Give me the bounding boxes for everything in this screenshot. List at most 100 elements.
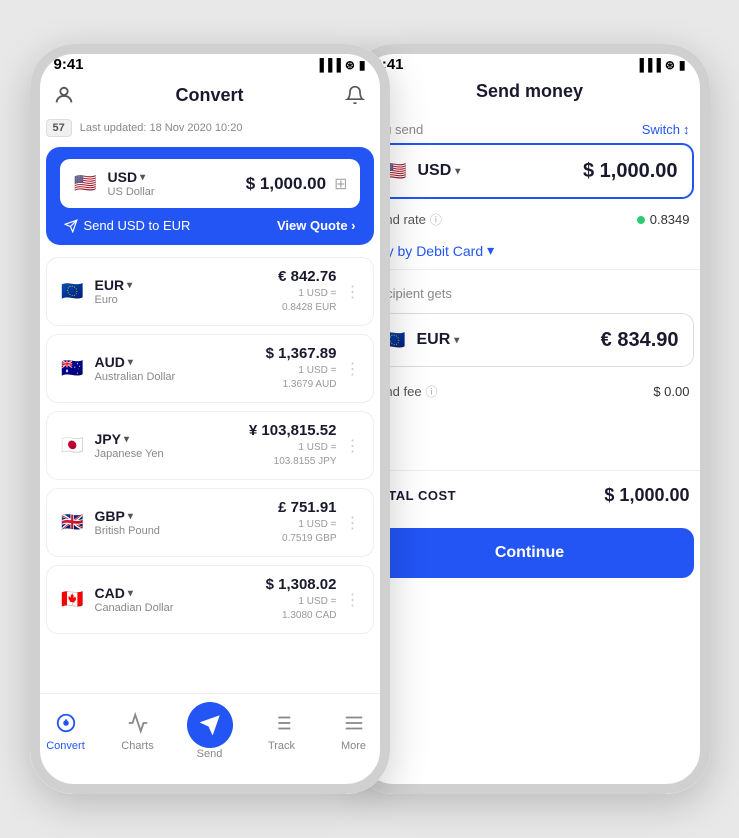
pay-method-row[interactable]: Pay by Debit Card ▾ — [350, 236, 710, 270]
currency-amount: $ 1,308.02 — [266, 576, 337, 593]
currency-list-item[interactable]: 🇦🇺 AUD ▾ Australian Dollar $ 1,367.89 1 … — [46, 334, 374, 403]
left-status-icons: ▐▐▐ ⊛ ▮ — [315, 58, 365, 72]
currency-amount: € 842.76 — [278, 268, 336, 285]
more-options-icon[interactable]: ⋮ — [345, 436, 361, 456]
currency-amount: $ 1,367.89 — [266, 345, 337, 362]
currency-caret-icon: ▾ — [128, 511, 133, 522]
currency-code: AUD ▾ — [95, 354, 176, 370]
currency-list-item[interactable]: 🇪🇺 EUR ▾ Euro € 842.76 1 USD =0.8428 EUR… — [46, 257, 374, 326]
send-nav-icon — [187, 702, 233, 748]
currency-caret-icon: ▾ — [128, 357, 133, 368]
currency-amount: £ 751.91 — [278, 499, 336, 516]
charts-nav-icon — [125, 710, 151, 736]
currency-flag: 🇯🇵 — [59, 432, 87, 460]
recipient-box[interactable]: 🇪🇺 EUR ▾ € 834.90 — [366, 313, 694, 367]
currency-rate: 1 USD =0.8428 EUR — [278, 287, 336, 315]
left-time: 9:41 — [54, 56, 84, 73]
nav-send-label: Send — [197, 748, 223, 760]
currency-name: Australian Dollar — [95, 371, 176, 383]
bottom-nav: Convert Charts Send Track More — [30, 693, 390, 780]
right-page-title: Send money — [476, 81, 583, 102]
currency-caret-icon: ▾ — [127, 280, 132, 291]
currency-item-right: $ 1,308.02 1 USD =1.3080 CAD — [266, 576, 337, 623]
nav-item-send[interactable]: Send — [180, 702, 240, 760]
you-send-currency-code[interactable]: USD ▾ — [418, 162, 461, 180]
right-signal-icon: ▐▐▐ — [635, 58, 661, 72]
main-currency-card: 🇺🇸 USD ▾ US Dollar $ 1,000.00 ⊞ — [46, 147, 374, 245]
currency-item-right: £ 751.91 1 USD =0.7519 GBP — [278, 499, 336, 546]
send-fee-row: Send fee ⓘ $ 0.00 — [350, 373, 710, 410]
currency-code: CAD ▾ — [95, 585, 174, 601]
currency-flag: 🇦🇺 — [59, 355, 87, 383]
currency-flag: 🇬🇧 — [59, 509, 87, 537]
continue-button[interactable]: Continue — [366, 528, 694, 578]
send-rate-row: Send rate ⓘ 0.8349 — [350, 203, 710, 236]
convert-nav-label: Convert — [46, 740, 85, 752]
switch-button[interactable]: Switch ↕ — [642, 122, 690, 137]
track-nav-icon — [269, 710, 295, 736]
left-page-title: Convert — [175, 85, 243, 106]
main-currency-amount: $ 1,000.00 — [246, 174, 326, 194]
recipient-caret-icon: ▾ — [454, 335, 459, 346]
currency-rate: 1 USD =0.7519 GBP — [278, 518, 336, 546]
main-currency-row: 🇺🇸 USD ▾ US Dollar $ 1,000.00 ⊞ — [60, 159, 360, 208]
currency-list-item[interactable]: 🇨🇦 CAD ▾ Canadian Dollar $ 1,308.02 1 US… — [46, 565, 374, 634]
you-send-caret-icon: ▾ — [455, 166, 460, 177]
currency-item-left: 🇬🇧 GBP ▾ British Pound — [59, 508, 160, 537]
signal-icon: ▐▐▐ — [315, 58, 341, 72]
currency-list-item[interactable]: 🇬🇧 GBP ▾ British Pound £ 751.91 1 USD =0… — [46, 488, 374, 557]
view-quote-button[interactable]: View Quote › — [277, 218, 356, 233]
total-cost-value: $ 1,000.00 — [604, 485, 689, 506]
send-rate-info-icon: ⓘ — [430, 211, 442, 228]
you-send-box[interactable]: 🇺🇸 USD ▾ $ 1,000.00 — [366, 143, 694, 199]
currency-name: Euro — [95, 294, 133, 306]
recipient-amount: € 834.90 — [601, 329, 679, 352]
currency-name: Canadian Dollar — [95, 602, 174, 614]
left-content: 57 Last updated: 18 Nov 2020 10:20 🇺🇸 US… — [30, 119, 390, 693]
battery-icon: ▮ — [359, 58, 366, 72]
nav-item-charts[interactable]: Charts — [108, 710, 168, 752]
main-currency-code[interactable]: USD ▾ — [108, 169, 155, 185]
currency-name: Japanese Yen — [95, 448, 164, 460]
nav-item-more[interactable]: More — [324, 710, 384, 752]
currency-name: British Pound — [95, 525, 160, 537]
left-status-bar: 9:41 ▐▐▐ ⊛ ▮ — [30, 44, 390, 77]
left-phone: 9:41 ▐▐▐ ⊛ ▮ Convert 57 Last updated: 18… — [30, 44, 390, 794]
right-status-bar: 9:41 ▐▐▐ ⊛ ▮ — [350, 44, 710, 77]
nav-item-track[interactable]: Track — [252, 710, 312, 752]
currency-code: EUR ▾ — [95, 277, 133, 293]
more-options-icon[interactable]: ⋮ — [345, 513, 361, 533]
recipient-label-row: Recipient gets — [350, 276, 710, 307]
more-options-icon[interactable]: ⋮ — [345, 590, 361, 610]
you-send-currency-left: 🇺🇸 USD ▾ — [382, 157, 461, 185]
more-options-icon[interactable]: ⋮ — [345, 282, 361, 302]
recipient-currency-code[interactable]: EUR ▾ — [417, 331, 460, 349]
currency-rate: 1 USD =1.3080 CAD — [266, 595, 337, 623]
calculator-icon[interactable]: ⊞ — [334, 174, 347, 194]
currency-flag: 🇪🇺 — [59, 278, 87, 306]
recipient-section: Recipient gets 🇪🇺 EUR ▾ € 834.90 — [350, 276, 710, 367]
send-row: Send USD to EUR View Quote › — [60, 208, 360, 245]
right-battery-icon: ▮ — [679, 58, 686, 72]
currency-list-item[interactable]: 🇯🇵 JPY ▾ Japanese Yen ¥ 103,815.52 1 USD… — [46, 411, 374, 480]
nav-item-convert[interactable]: Convert — [36, 710, 96, 752]
bell-icon[interactable] — [341, 81, 369, 109]
right-status-icons: ▐▐▐ ⊛ ▮ — [635, 58, 685, 72]
currency-item-right: ¥ 103,815.52 1 USD =103.8155 JPY — [249, 422, 337, 469]
currency-flag: 🇨🇦 — [59, 586, 87, 614]
you-send-section: You send Switch ↕ — [350, 112, 710, 143]
currency-code: JPY ▾ — [95, 431, 164, 447]
more-nav-label: More — [341, 740, 366, 752]
currency-item-left: 🇨🇦 CAD ▾ Canadian Dollar — [59, 585, 174, 614]
currency-item-right: € 842.76 1 USD =0.8428 EUR — [278, 268, 336, 315]
currency-code: GBP ▾ — [95, 508, 160, 524]
more-options-icon[interactable]: ⋮ — [345, 359, 361, 379]
recipient-currency-left: 🇪🇺 EUR ▾ — [381, 326, 460, 354]
currency-rate: 1 USD =103.8155 JPY — [249, 441, 337, 469]
phones-container: 9:41 ▐▐▐ ⊛ ▮ Convert 57 Last updated: 18… — [20, 20, 719, 818]
main-currency-left: 🇺🇸 USD ▾ US Dollar — [72, 169, 155, 198]
profile-icon[interactable] — [50, 81, 78, 109]
currency-caret-icon: ▾ — [124, 434, 129, 445]
home-indicator — [30, 780, 390, 794]
track-nav-label: Track — [268, 740, 295, 752]
